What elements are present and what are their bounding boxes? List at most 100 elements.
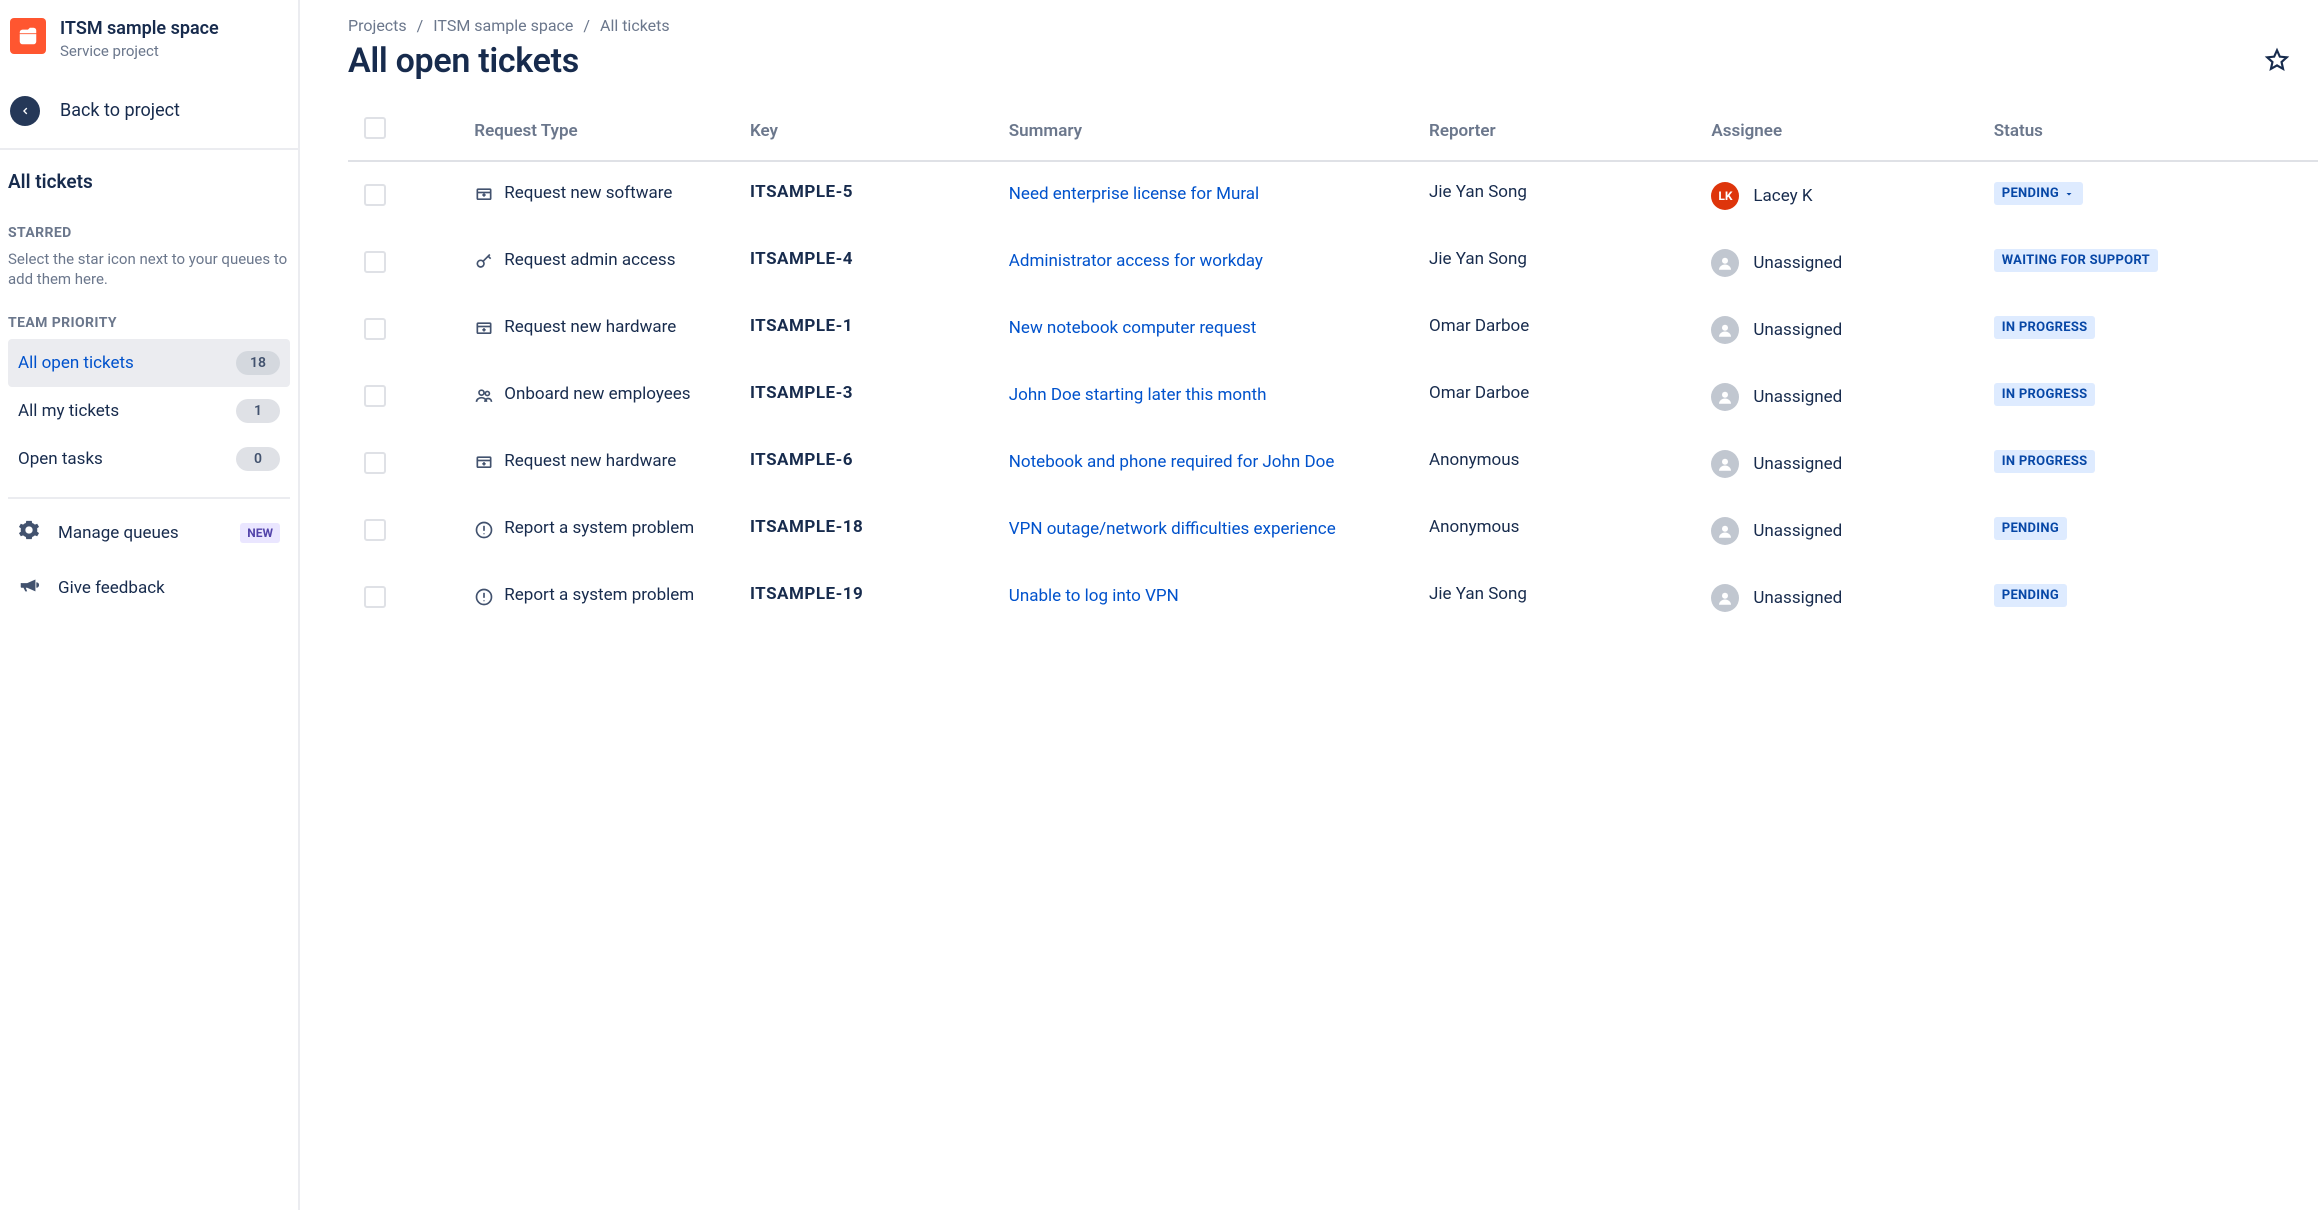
status-text: WAITING FOR SUPPORT [2002,253,2150,268]
status-badge[interactable]: WAITING FOR SUPPORT [1994,249,2158,272]
col-request-type[interactable]: Request Type [462,117,738,161]
status-badge[interactable]: PENDING [1994,584,2067,607]
queue-count-badge: 18 [236,351,280,375]
request-type-label: Onboard new employees [504,383,690,407]
assignee-cell[interactable]: Unassigned [1711,584,1969,612]
row-checkbox[interactable] [364,452,386,474]
status-badge[interactable]: PENDING [1994,182,2083,205]
assignee-cell[interactable]: Unassigned [1711,450,1969,478]
table-row[interactable]: Request admin access ITSAMPLE-4 Administra… [348,229,2318,296]
queue-item[interactable]: All open tickets18 [8,339,290,387]
queue-item[interactable]: Open tasks0 [8,435,290,483]
key-icon [474,252,494,272]
ticket-summary-link[interactable]: VPN outage/network difficulties experien… [1009,519,1336,539]
col-reporter[interactable]: Reporter [1417,117,1699,161]
back-label: Back to project [60,100,180,121]
col-status[interactable]: Status [1982,117,2318,161]
alert-icon [474,587,494,607]
breadcrumb-item[interactable]: ITSM sample space [433,16,573,35]
new-badge: NEW [240,523,280,543]
assignee-name: Lacey K [1753,186,1812,206]
back-to-project-button[interactable]: Back to project [0,74,298,150]
project-avatar-icon [10,18,46,54]
assignee-name: Unassigned [1753,253,1842,273]
assignee-cell[interactable]: LKLacey K [1711,182,1969,210]
ticket-summary-link[interactable]: Unable to log into VPN [1009,586,1179,606]
row-checkbox[interactable] [364,519,386,541]
ticket-key[interactable]: ITSAMPLE-18 [738,497,997,564]
row-checkbox[interactable] [364,184,386,206]
col-key[interactable]: Key [738,117,997,161]
assignee-cell[interactable]: Unassigned [1711,383,1969,411]
assignee-cell[interactable]: Unassigned [1711,316,1969,344]
ticket-summary-link[interactable]: New notebook computer request [1009,318,1257,338]
chevron-down-icon [2063,188,2075,200]
status-badge[interactable]: IN PROGRESS [1994,316,2096,339]
assignee-cell[interactable]: Unassigned [1711,517,1969,545]
breadcrumb-item[interactable]: All tickets [600,16,670,35]
status-text: PENDING [2002,521,2059,536]
table-row[interactable]: Request new hardwareITSAMPLE-6Notebook a… [348,430,2318,497]
ticket-summary-link[interactable]: John Doe starting later this month [1009,385,1267,405]
assignee-name: Unassigned [1753,588,1842,608]
tickets-table: Request Type Key Summary Reporter Assign… [348,117,2318,631]
row-checkbox[interactable] [364,586,386,608]
table-row[interactable]: Report a system problemITSAMPLE-19Unable… [348,564,2318,631]
reporter-cell[interactable]: Omar Darboe [1417,296,1699,363]
request-type-label: Request new hardware [504,316,676,340]
sidebar-divider [8,497,290,499]
reporter-cell[interactable]: Anonymous [1417,430,1699,497]
queue-count-badge: 1 [236,399,280,423]
col-assignee[interactable]: Assignee [1699,117,1981,161]
table-row[interactable]: Report a system problem ITSAMPLE-18 VPN ou… [348,497,2318,564]
col-summary[interactable]: Summary [997,117,1417,161]
alert-icon [474,520,494,540]
checkbox-icon[interactable] [364,117,386,139]
ticket-key[interactable]: ITSAMPLE-1 [738,296,997,363]
reporter-cell[interactable]: Jie Yan Song [1417,161,1699,229]
assignee-cell[interactable]: Unassigned [1711,249,1969,277]
request-type-label: Request new software [504,182,672,206]
project-header[interactable]: ITSM sample space Service project [0,14,298,74]
table-row[interactable]: Request new hardware ITSAMPLE-1 New notebo… [348,296,2318,363]
queue-item[interactable]: All my tickets 1 [8,387,290,435]
request-type-label: Report a system problem [504,517,694,541]
project-title: ITSM sample space [60,18,219,40]
all-tickets-heading[interactable]: All tickets [8,150,290,203]
status-badge[interactable]: IN PROGRESS [1994,450,2096,473]
ticket-summary-link[interactable]: Need enterprise license for Mural [1009,184,1259,204]
unassigned-avatar-icon [1711,316,1739,344]
unassigned-avatar-icon [1711,249,1739,277]
ticket-summary-link[interactable]: Notebook and phone required for John Doe [1009,452,1335,472]
reporter-cell[interactable]: Jie Yan Song [1417,564,1699,631]
give-feedback-button[interactable]: Give feedback [8,560,290,615]
row-checkbox[interactable] [364,318,386,340]
ticket-key[interactable]: ITSAMPLE-19 [738,564,997,631]
request-type-label: Request admin access [504,249,675,273]
star-button[interactable] [2264,39,2290,77]
ticket-key[interactable]: ITSAMPLE-5 [738,161,997,229]
project-subtitle: Service project [60,42,219,60]
status-text: IN PROGRESS [2002,387,2088,402]
select-all-header[interactable] [348,117,462,161]
ticket-key[interactable]: ITSAMPLE-3 [738,363,997,430]
table-header-row: Request Type Key Summary Reporter Assign… [348,117,2318,161]
reporter-cell[interactable]: Omar Darboe [1417,363,1699,430]
hardware-icon [474,453,494,473]
unassigned-avatar-icon [1711,584,1739,612]
table-row[interactable]: Request new software ITSAMPLE-5 Need enter… [348,161,2318,229]
manage-queues-button[interactable]: Manage queues NEW [8,505,290,560]
status-badge[interactable]: IN PROGRESS [1994,383,2096,406]
ticket-key[interactable]: ITSAMPLE-4 [738,229,997,296]
reporter-cell[interactable]: Anonymous [1417,497,1699,564]
status-badge[interactable]: PENDING [1994,517,2067,540]
queue-count-badge: 0 [236,447,280,471]
row-checkbox[interactable] [364,251,386,273]
ticket-summary-link[interactable]: Administrator access for workday [1009,251,1263,271]
table-row[interactable]: Onboard new employees ITSAMPLE-3 John Doe … [348,363,2318,430]
ticket-key[interactable]: ITSAMPLE-6 [738,430,997,497]
reporter-cell[interactable]: Jie Yan Song [1417,229,1699,296]
queue-label: All my tickets [18,401,119,421]
row-checkbox[interactable] [364,385,386,407]
breadcrumb-item[interactable]: Projects [348,16,407,35]
